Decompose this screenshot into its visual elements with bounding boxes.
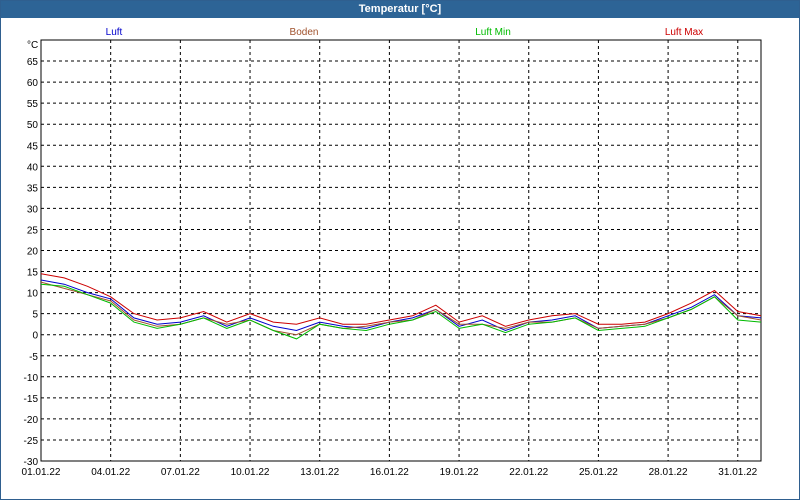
x-tick-label: 10.01.22 [231, 467, 270, 478]
y-tick-label: -15 [24, 394, 39, 405]
x-tick-label: 25.01.22 [579, 467, 618, 478]
x-tick-label: 01.01.22 [22, 467, 61, 478]
chart-legend: Luft Boden Luft Min Luft Max [106, 27, 704, 38]
y-axis-label: °C [27, 40, 38, 51]
y-tick-label: -5 [29, 352, 38, 363]
x-tick-label: 07.01.22 [161, 467, 200, 478]
y-tick-label: 65 [27, 57, 39, 68]
chart-window: Temperatur [°C] Luft Boden Luft Min Luft Ma… [0, 0, 800, 500]
y-tick-label: 20 [27, 247, 39, 258]
legend-entry: Luft [106, 27, 123, 38]
x-tick-label: 28.01.22 [649, 467, 688, 478]
y-tick-label: 60 [27, 78, 39, 89]
x-tick-label: 31.01.22 [718, 467, 757, 478]
y-tick-label: 30 [27, 204, 39, 215]
x-tick-label: 22.01.22 [509, 467, 548, 478]
y-tick-label: -25 [24, 436, 39, 447]
y-tick-label: 0 [32, 331, 38, 342]
chart-series [40, 273, 762, 340]
y-tick-label: 50 [27, 120, 39, 131]
temperature-chart: Luft Boden Luft Min Luft Max °C 65605550454… [22, 27, 762, 478]
legend-entry: Luft Min [475, 27, 511, 38]
y-tick-label: 10 [27, 289, 39, 300]
y-tick-label: 35 [27, 183, 39, 194]
series-line [40, 281, 762, 336]
chart-grid [41, 40, 761, 462]
legend-entry: Luft Max [665, 27, 703, 38]
y-tick-label: 5 [32, 310, 38, 321]
series-line [40, 273, 762, 327]
x-tick-label: 13.01.22 [300, 467, 339, 478]
y-tick-label: 15 [27, 268, 39, 279]
x-axis-ticks: 01.01.22 04.01.22 07.01.22 10.01.22 13.01.22… [22, 467, 758, 478]
x-tick-label: 19.01.22 [440, 467, 479, 478]
y-tick-label: -20 [24, 415, 39, 426]
x-tick-label: 16.01.22 [370, 467, 409, 478]
x-tick-label: 04.01.22 [91, 467, 130, 478]
y-tick-label: -10 [24, 373, 39, 384]
y-axis-ticks: 65605550454035302520151050-5-10-15-20-25… [24, 57, 39, 468]
y-tick-label: 25 [27, 225, 39, 236]
window-title: Temperatur [°C] [1, 1, 799, 18]
y-tick-label: 40 [27, 162, 39, 173]
y-tick-label: 45 [27, 141, 39, 152]
y-tick-label: 55 [27, 99, 39, 110]
legend-entry: Boden [290, 27, 319, 38]
